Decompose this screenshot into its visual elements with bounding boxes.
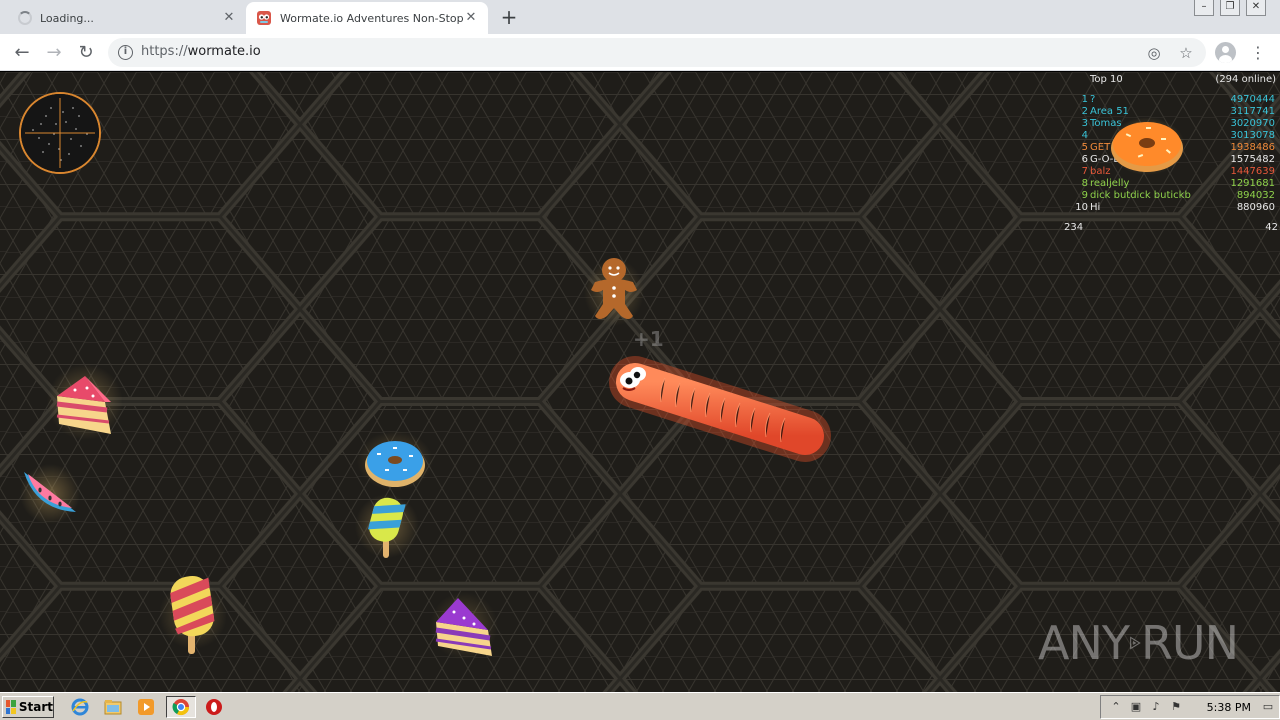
player-worm [609,356,831,462]
leaderboard-score: 3117741 [1230,106,1275,117]
site-info-icon[interactable]: i [118,45,133,60]
new-tab-button[interactable]: + [498,6,520,28]
watermark-right: RUN [1140,616,1239,670]
leaderboard-name: ? [1090,94,1096,105]
profile-avatar-icon[interactable] [1215,42,1236,63]
browser-menu-icon[interactable]: ⋮ [1250,41,1266,65]
leaderboard-score: 3020970 [1230,118,1275,129]
gingerbread-food [584,258,644,326]
play-triangle-icon [1130,636,1141,650]
file-explorer-icon[interactable] [101,696,125,718]
strawberry-cake-food [47,364,123,440]
address-bar[interactable]: i https://wormate.io ◎ ☆ [108,38,1206,67]
anyrun-watermark: ANY RUN [1038,612,1239,674]
score-popup: +1 [633,327,664,351]
leaderboard-row: 10 Hi 880960 [1064,202,1275,214]
watermark-left: ANY [1038,616,1130,670]
leaderboard-name: dick butdick butickb [1090,190,1191,201]
online-count: (294 online) [1215,74,1276,85]
media-player-icon[interactable] [134,696,158,718]
bookmark-star-icon[interactable]: ☆ [1176,43,1196,63]
location-icon[interactable]: ◎ [1144,43,1164,63]
leaderboard-rank: 7 [1081,166,1088,177]
wormate-favicon-icon [257,11,271,25]
taskbar-clock[interactable]: 5:38 PM [1207,701,1251,714]
tab-close-icon[interactable]: ✕ [222,11,236,25]
leaderboard-score: 880960 [1236,202,1275,213]
leaderboard-rank: 2 [1081,106,1088,117]
tab-close-icon[interactable]: ✕ [464,11,478,25]
game-canvas[interactable]: Top 10 (294 online) 1? 4970444 2 Area 51 311… [0,72,1280,692]
leaderboard-score: 3013078 [1230,130,1275,141]
leaderboard-rank: 6 [1081,154,1088,165]
minimap [19,92,101,174]
forward-button[interactable]: → [42,41,66,65]
opera-icon[interactable] [202,696,226,718]
leaderboard-row: 9 dick butdick butickb 894032 [1064,190,1275,202]
browser-tab-strip: Loading... ✕ Wormate.io Adventures Non-S… [0,0,1280,34]
leaderboard-rank: 3 [1081,118,1088,129]
url-host: wormate.io [187,44,261,59]
leaderboard-row: 8 realjelly 1291681 [1064,178,1275,190]
network-icon[interactable]: ▣ [1129,700,1143,714]
tray-expand-icon[interactable]: ⌃ [1109,700,1123,714]
windows-logo-icon [6,700,16,714]
striped-popsicle-food [355,494,419,558]
blueberry-cake-food [430,592,498,660]
watermelon-food [20,464,80,524]
leaderboard-name: realjelly [1090,178,1130,189]
url-text[interactable]: https://wormate.io [141,44,261,59]
close-window-button[interactable]: ✕ [1246,0,1266,16]
leaderboard-rank: 10 [1075,202,1088,213]
maximize-button[interactable]: ❐ [1220,0,1240,16]
tab-loading[interactable]: Loading... ✕ [8,2,246,34]
window-controls: – ❐ ✕ [1194,0,1266,16]
reload-button[interactable]: ↻ [74,41,98,65]
leaderboard-rank: 9 [1081,190,1088,201]
player-score: 42 [1265,222,1278,233]
leaderboard-score: 1291681 [1230,178,1275,189]
url-protocol: https:// [141,44,188,59]
minimize-button[interactable]: – [1194,0,1214,16]
leaderboard-name: Hi [1090,202,1101,213]
leaderboard-rank: 4 [1081,130,1088,141]
orange-donut-food [1109,117,1185,175]
start-label: Start [18,700,53,714]
internet-explorer-icon[interactable] [68,696,92,718]
chrome-taskbar-icon[interactable] [166,696,196,718]
tab-title: Loading... [40,11,94,25]
back-button[interactable]: ← [10,41,34,65]
windows-taskbar: Start ⌃ ▣ ♪ ⚑ 5:38 PM ▭ [0,692,1280,720]
system-tray: ⌃ ▣ ♪ ⚑ 5:38 PM ▭ [1100,695,1280,719]
leaderboard-rank: 1 [1081,94,1088,105]
leaderboard-row: 1? 4970444 [1064,94,1275,106]
red-popsicle-food [160,575,226,654]
leaderboard-score: 1575482 [1230,154,1275,165]
leaderboard-score: 1938486 [1230,142,1275,153]
leaderboard-rank: 8 [1081,178,1088,189]
show-desktop-icon[interactable]: ▭ [1261,700,1275,714]
leaderboard-score: 1447639 [1230,166,1275,177]
leaderboard-rank: 5 [1081,142,1088,153]
loading-spinner-icon [18,11,32,25]
tab-wormate[interactable]: Wormate.io Adventures Non-Stop ✕ [246,2,488,34]
browser-toolbar: ← → ↻ i https://wormate.io ◎ ☆ ⋮ [0,34,1280,71]
blue-donut-food [357,431,433,491]
leaderboard-score: 4970444 [1230,94,1275,105]
tab-title: Wormate.io Adventures Non-Stop [280,11,464,25]
leaderboard-title: Top 10 [1090,74,1123,85]
action-center-flag-icon[interactable]: ⚑ [1169,700,1183,714]
volume-icon[interactable]: ♪ [1149,700,1163,714]
leaderboard-score: 894032 [1236,190,1275,201]
start-button[interactable]: Start [2,696,54,718]
player-rank-count: 234 [1064,222,1084,233]
